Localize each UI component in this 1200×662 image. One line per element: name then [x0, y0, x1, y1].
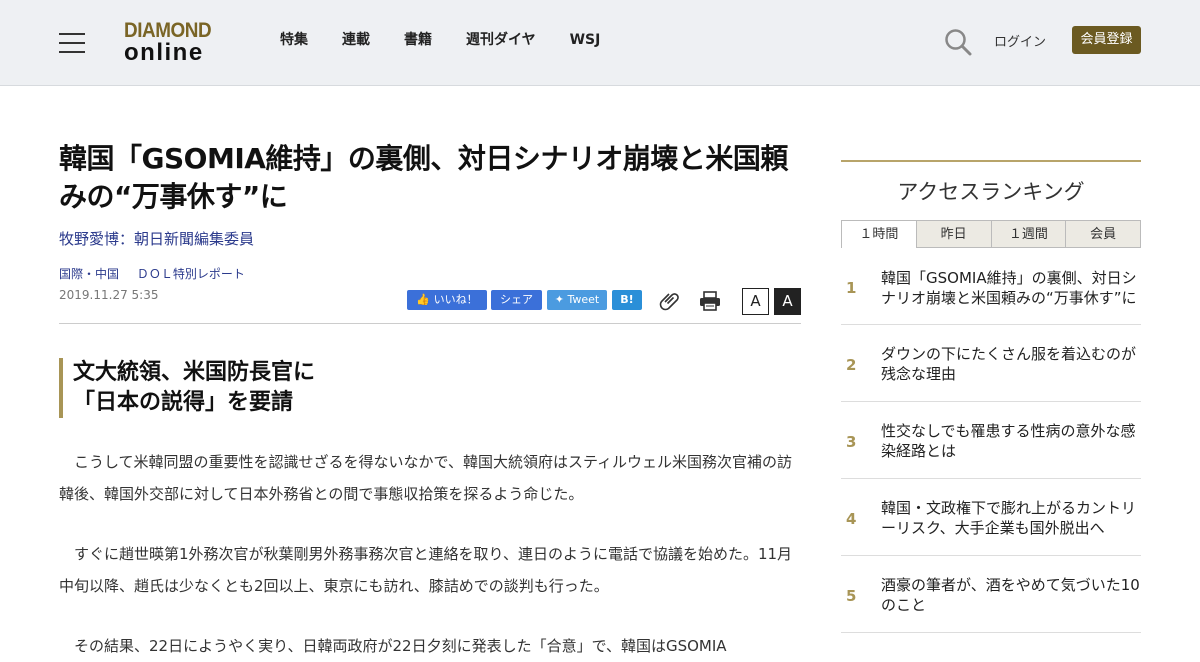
article: 韓国「GSOMIA維持」の裏側、対日シナリオ崩壊と米国頼みの“万事休す”に 牧野… — [59, 140, 801, 662]
site-header: DIAMOND online 特集 連載 書籍 週刊ダイヤ WSJ ログイン 会… — [0, 0, 1200, 86]
register-button[interactable]: 会員登録 — [1072, 26, 1141, 54]
ranking-item[interactable]: 2 ダウンの下にたくさん服を着込むのが残念な理由 — [841, 325, 1141, 402]
main-nav: 特集 連載 書籍 週刊ダイヤ WSJ — [280, 30, 634, 50]
article-title: 韓国「GSOMIA維持」の裏側、対日シナリオ崩壊と米国頼みの“万事休す”に — [59, 142, 788, 213]
print-icon[interactable] — [699, 290, 721, 312]
nav-item-series[interactable]: 連載 — [342, 30, 370, 50]
category-link[interactable]: ＤＯＬ特別レポート — [137, 267, 245, 281]
ranking-item[interactable]: 4 韓国・文政権下で膨れ上がるカントリーリスク、大手企業も国外脱出へ — [841, 479, 1141, 556]
clip-icon[interactable] — [659, 290, 681, 312]
nav-item-books[interactable]: 書籍 — [404, 30, 432, 50]
tweet-button[interactable]: ✦ Tweet — [547, 290, 607, 310]
hatena-bookmark-button[interactable]: B! — [612, 290, 642, 310]
ranking-tabs: １時間 昨日 １週間 会員 — [841, 220, 1141, 248]
ranking-item[interactable]: 1 韓国「GSOMIA維持」の裏側、対日シナリオ崩壊と米国頼みの“万事休す”に — [841, 248, 1141, 325]
section-heading-line1: 文大統領、米国防長官に — [73, 360, 316, 385]
ranking-number: 3 — [846, 433, 857, 451]
search-icon[interactable] — [944, 28, 972, 56]
ranking-title-link[interactable]: 韓国「GSOMIA維持」の裏側、対日シナリオ崩壊と米国頼みの“万事休す”に — [881, 268, 1141, 308]
logo-top: DIAMOND — [124, 19, 212, 42]
site-logo[interactable]: DIAMOND online — [124, 20, 228, 66]
nav-item-wsj[interactable]: WSJ — [570, 30, 601, 50]
publish-date: 2019.11.27 5:35 — [59, 288, 159, 302]
ranking-divider — [841, 160, 1141, 162]
ranking-item[interactable]: 5 酒豪の筆者が、酒をやめて気づいた10のこと — [841, 556, 1141, 633]
like-label: いいね！ — [433, 293, 478, 306]
nav-item-features[interactable]: 特集 — [280, 30, 308, 50]
tab-1-hour[interactable]: １時間 — [841, 220, 917, 248]
ranking-number: 5 — [846, 587, 857, 605]
tab-1-week[interactable]: １週間 — [991, 220, 1067, 248]
category-list: 国際・中国 ＤＯＬ特別レポート — [59, 265, 801, 282]
facebook-like-button[interactable]: 👍 いいね！ — [407, 290, 487, 310]
category-link[interactable]: 国際・中国 — [59, 267, 119, 281]
tab-yesterday[interactable]: 昨日 — [916, 220, 992, 248]
article-paragraph: その結果、22日にようやく実り、日韓両政府が22日夕刻に発表した「合意」で、韓国… — [74, 637, 727, 655]
article-paragraph: すぐに趙世暎第1外務次官が秋葉剛男外務事務次官と連絡を取り、連日のように電話で協… — [59, 545, 793, 595]
facebook-share-button[interactable]: シェア — [491, 290, 542, 310]
access-ranking: アクセスランキング １時間 昨日 １週間 会員 1 韓国「GSOMIA維持」の裏… — [841, 160, 1141, 633]
ranking-title-link[interactable]: 酒豪の筆者が、酒をやめて気づいた10のこと — [881, 575, 1141, 615]
section-heading-line2: 「日本の説得」を要請 — [73, 390, 294, 415]
ranking-title-link[interactable]: 性交なしでも罹患する性病の意外な感染経路とは — [881, 421, 1141, 461]
ranking-number: 4 — [846, 510, 857, 528]
section-heading: 文大統領、米国防長官に 「日本の説得」を要請 — [59, 358, 801, 418]
ranking-number: 2 — [846, 356, 857, 374]
tweet-label: Tweet — [567, 293, 600, 306]
ranking-title: アクセスランキング — [897, 180, 1085, 204]
ranking-number: 1 — [846, 279, 857, 297]
menu-icon[interactable] — [59, 31, 85, 53]
article-paragraph: こうして米韓同盟の重要性を認識せざるを得ないなかで、韓国大統領府はスティルウェル… — [59, 453, 793, 503]
font-size-large-button[interactable]: A — [774, 288, 801, 315]
twitter-bird-icon: ✦ — [554, 293, 564, 306]
thumbs-up-icon: 👍 — [416, 293, 431, 306]
author-link[interactable]: 牧野愛博：朝日新聞編集委員 — [59, 228, 801, 249]
ranking-title-link[interactable]: 韓国・文政権下で膨れ上がるカントリーリスク、大手企業も国外脱出へ — [881, 498, 1141, 538]
ranking-title-link[interactable]: ダウンの下にたくさん服を着込むのが残念な理由 — [881, 344, 1141, 384]
tab-members[interactable]: 会員 — [1066, 220, 1141, 248]
ranking-item[interactable]: 3 性交なしでも罹患する性病の意外な感染経路とは — [841, 402, 1141, 479]
logo-bottom: online — [124, 39, 204, 66]
nav-item-weekly-diamond[interactable]: 週刊ダイヤ — [466, 30, 536, 50]
font-size-normal-button[interactable]: A — [742, 288, 769, 315]
login-link[interactable]: ログイン — [994, 31, 1046, 50]
article-meta: 2019.11.27 5:35 👍 いいね！ シェア ✦ Tweet B! A … — [59, 288, 801, 324]
